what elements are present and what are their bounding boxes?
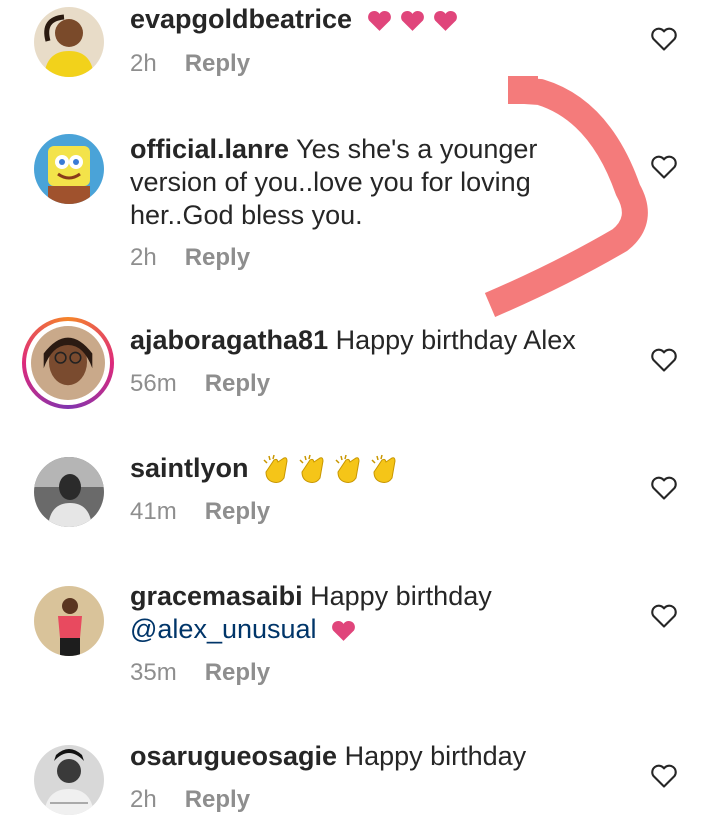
avatar-image <box>34 457 104 527</box>
comment-body: Happy birthday <box>310 581 492 611</box>
avatar[interactable] <box>34 457 104 527</box>
reply-button[interactable]: Reply <box>205 370 270 397</box>
avatar[interactable] <box>34 745 104 815</box>
comment-body: Happy birthday <box>344 741 527 771</box>
comment-username[interactable]: osarugueosagie <box>130 741 337 771</box>
comment-time: 56m <box>130 370 177 397</box>
comment-time: 2h <box>130 50 157 77</box>
story-ring[interactable] <box>22 317 114 409</box>
reply-button[interactable]: Reply <box>205 659 270 686</box>
pink-heart-icon <box>400 10 424 31</box>
comment-body: Happy birthday Alex <box>335 325 576 355</box>
mention-link[interactable]: @alex_unusual <box>130 614 317 644</box>
comment-time: 2h <box>130 244 157 271</box>
avatar[interactable] <box>34 134 104 204</box>
comment-username[interactable]: saintlyon <box>130 453 249 483</box>
comment-username[interactable]: gracemasaibi <box>130 581 303 611</box>
comment-text: official.lanre Yes she's a younger versi… <box>130 133 600 232</box>
like-heart-icon[interactable] <box>650 154 678 180</box>
comment-text: osarugueosagie Happy birthday <box>130 740 600 773</box>
reply-button[interactable]: Reply <box>185 786 250 813</box>
avatar-image <box>31 326 105 400</box>
avatar-image <box>34 745 104 815</box>
comment-username[interactable]: official.lanre <box>130 134 289 164</box>
comment-text: ajaboragatha81 Happy birthday Alex <box>130 324 600 357</box>
clapping-hands-icon <box>296 454 328 486</box>
like-heart-icon[interactable] <box>650 603 678 629</box>
comment-time: 35m <box>130 659 177 686</box>
avatar[interactable] <box>34 7 104 77</box>
pink-heart-icon <box>332 620 355 641</box>
clapping-hands-icon <box>260 454 292 486</box>
avatar[interactable] <box>34 586 104 656</box>
reply-button[interactable]: Reply <box>205 498 270 525</box>
avatar-image <box>34 7 104 77</box>
comment-time: 2h <box>130 786 157 813</box>
avatar-image <box>34 134 104 204</box>
like-heart-icon[interactable] <box>650 347 678 373</box>
comment-meta: 2h Reply <box>130 244 250 272</box>
comment-username[interactable]: ajaboragatha81 <box>130 325 328 355</box>
comment-meta: 2h Reply <box>130 50 250 78</box>
like-heart-icon[interactable] <box>650 26 678 52</box>
comment-meta: 56m Reply <box>130 370 270 398</box>
comment-time: 41m <box>130 498 177 525</box>
reply-button[interactable]: Reply <box>185 50 250 77</box>
pink-heart-icon <box>367 10 391 31</box>
like-heart-icon[interactable] <box>650 763 678 789</box>
comment-meta: 2h Reply <box>130 786 250 814</box>
comment-username[interactable]: evapgoldbeatrice <box>130 4 352 34</box>
comment-meta: 35m Reply <box>130 659 270 687</box>
clapping-hands-icon <box>368 454 400 486</box>
avatar <box>31 326 105 400</box>
like-heart-icon[interactable] <box>650 475 678 501</box>
clapping-hands-icon <box>332 454 364 486</box>
avatar-image <box>34 586 104 656</box>
comment-text: evapgoldbeatrice <box>130 3 600 36</box>
comment-text: saintlyon <box>130 452 600 486</box>
comment-text: gracemasaibi Happy birthday @alex_unusua… <box>130 580 600 646</box>
comment-meta: 41m Reply <box>130 498 270 526</box>
pink-heart-icon <box>433 10 457 31</box>
reply-button[interactable]: Reply <box>185 244 250 271</box>
